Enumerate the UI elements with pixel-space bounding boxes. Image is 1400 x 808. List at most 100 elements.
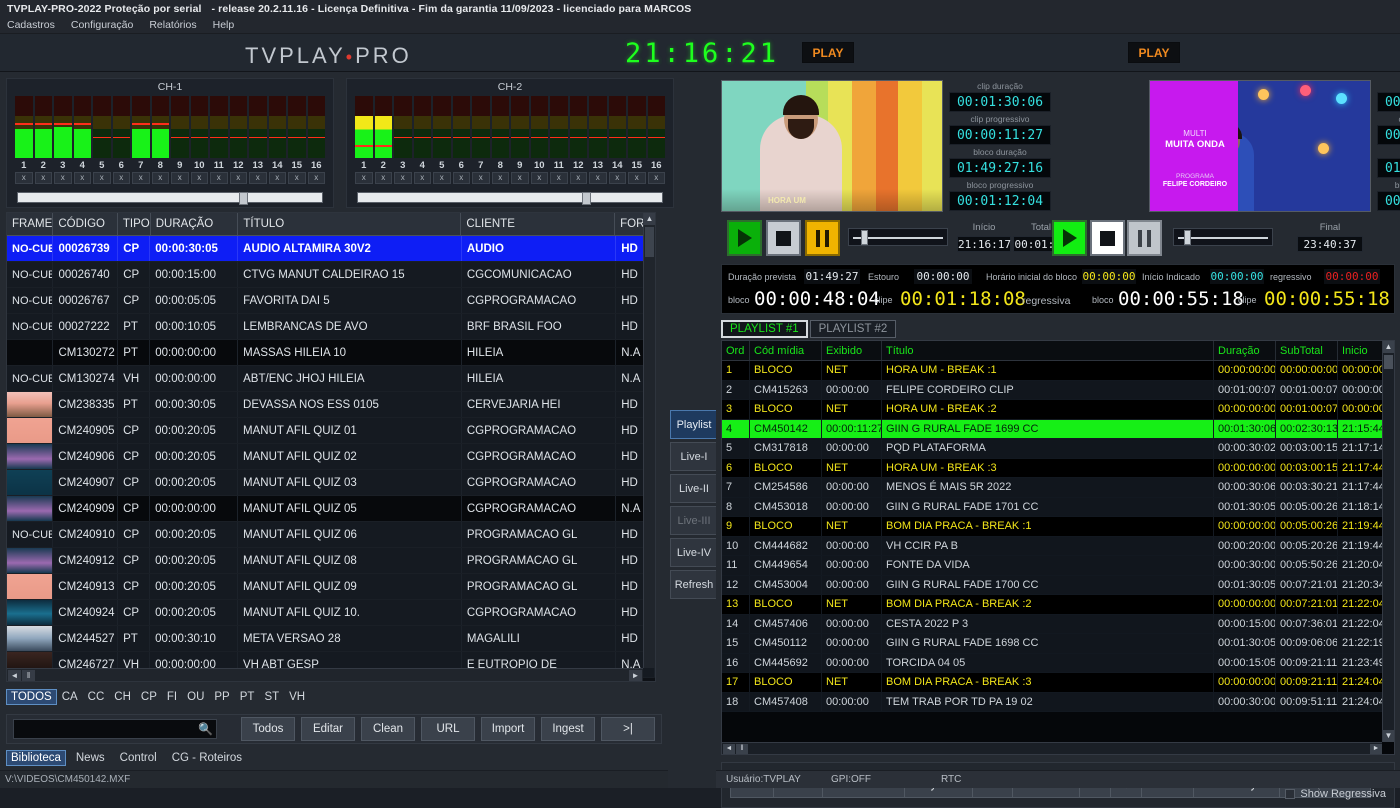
vu-ch2-mute-4[interactable]: x xyxy=(413,172,431,184)
scroll-left-icon[interactable]: ◄ xyxy=(8,669,21,681)
playlist-row[interactable]: 1 BLOCO NET HORA UM - BREAK :1 00:00:00:00 00… xyxy=(722,361,1394,381)
stop-button-a[interactable] xyxy=(766,220,801,256)
type-filter-pp[interactable]: PP xyxy=(209,689,234,705)
vu-ch1-mute-6[interactable]: x xyxy=(112,172,130,184)
mode-tab-refresh[interactable]: Refresh xyxy=(670,570,718,599)
scrub-slider-b[interactable] xyxy=(1173,228,1273,246)
vu-ch1-mute-12[interactable]: x xyxy=(229,172,247,184)
playlist-scroll-down-icon[interactable]: ▼ xyxy=(1383,730,1394,742)
vu-ch2-mute-14[interactable]: x xyxy=(608,172,626,184)
playlist-row[interactable]: 9 BLOCO NET BOM DIA PRACA - BREAK :1 00:00:0… xyxy=(722,517,1394,537)
play-button-b[interactable] xyxy=(1052,220,1087,256)
play-status-b[interactable]: PLAY xyxy=(1128,42,1180,63)
menu-item-configuracao[interactable]: Configuração xyxy=(71,19,133,31)
stop-button-b[interactable] xyxy=(1090,220,1125,256)
type-filter-todos[interactable]: TODOS xyxy=(6,689,57,705)
playlist-row[interactable]: 2 CM415263 00:00:00 FELIPE CORDEIRO CLIP 00:… xyxy=(722,380,1394,400)
search-icon[interactable]: 🔍 xyxy=(198,722,213,736)
playlist-row[interactable]: 15 CM450112 00:00:00 GIIN G RURAL FADE 1698… xyxy=(722,634,1394,654)
table-row[interactable]: CM240905 CP 00:00:20:05 MANUT AFIL QUIZ 01 C… xyxy=(7,418,655,444)
table-row[interactable]: CM240906 CP 00:00:20:05 MANUT AFIL QUIZ 02 C… xyxy=(7,444,655,470)
playlist-vertical-scrollbar[interactable]: ▲ ▼ xyxy=(1382,341,1394,742)
playlist-row[interactable]: 18 CM457408 00:00:00 TEM TRAB POR TD PA 19 … xyxy=(722,692,1394,712)
library-button-[interactable]: >| xyxy=(601,717,655,741)
vu-ch1-fader-knob[interactable] xyxy=(238,192,248,205)
mode-tab-live-ii[interactable]: Live-II xyxy=(670,474,718,503)
type-filter-cp[interactable]: CP xyxy=(136,689,162,705)
vu-ch2-mute-16[interactable]: x xyxy=(647,172,665,184)
table-row[interactable]: CM240912 CP 00:00:20:05 MANUT AFIL QUIZ 08 P… xyxy=(7,548,655,574)
playlist-row[interactable]: 6 BLOCO NET HORA UM - BREAK :3 00:00:00:00 00… xyxy=(722,458,1394,478)
playlist-row[interactable]: 4 CM450142 00:00:11:27 GIIN G RURAL FADE 16… xyxy=(722,419,1394,439)
type-filter-vh[interactable]: VH xyxy=(284,689,310,705)
playlist-row[interactable]: 13 BLOCO NET BOM DIA PRACA - BREAK :2 00:00:… xyxy=(722,595,1394,615)
bottom-tab-cgroteiros[interactable]: CG - Roteiros xyxy=(167,750,247,766)
type-filter-fi[interactable]: FI xyxy=(162,689,182,705)
vu-ch1-mute-14[interactable]: x xyxy=(268,172,286,184)
vu-ch2-mute-2[interactable]: x xyxy=(374,172,392,184)
mode-tab-live-iv[interactable]: Live-IV xyxy=(670,538,718,567)
table-row[interactable]: NO-CUE 00026740 CP 00:00:15:00 CTVG MANUT CA… xyxy=(7,262,655,288)
vu-ch1-mute-4[interactable]: x xyxy=(73,172,91,184)
playlist-scroll-thumb[interactable] xyxy=(1384,355,1393,369)
playlist-row[interactable]: 17 BLOCO NET BOM DIA PRACA - BREAK :3 00:00:… xyxy=(722,673,1394,693)
menu-item-relatorios[interactable]: Relatórios xyxy=(149,19,196,31)
type-filter-ca[interactable]: CA xyxy=(57,689,83,705)
playlist-scroll-left-icon[interactable]: ◄ xyxy=(723,743,735,754)
playlist-hscroll-thumb[interactable]: ‖ xyxy=(736,743,748,754)
playlist-horizontal-scrollbar[interactable]: ◄ ‖ ► xyxy=(722,742,1382,754)
bottom-tab-biblioteca[interactable]: Biblioteca xyxy=(6,750,66,766)
bottom-tab-control[interactable]: Control xyxy=(115,750,162,766)
vu-ch2-mute-5[interactable]: x xyxy=(433,172,451,184)
vu-ch1-mute-13[interactable]: x xyxy=(249,172,267,184)
vu-ch2-mute-11[interactable]: x xyxy=(550,172,568,184)
vu-ch1-mute-7[interactable]: x xyxy=(132,172,150,184)
type-filter-st[interactable]: ST xyxy=(259,689,284,705)
vu-ch2-fader[interactable] xyxy=(357,192,663,205)
vu-ch2-mute-15[interactable]: x xyxy=(628,172,646,184)
library-hscroll-thumb[interactable]: ‖ xyxy=(22,669,35,681)
pause-button-b[interactable] xyxy=(1127,220,1162,256)
pause-button-a[interactable] xyxy=(805,220,840,256)
playlist-row[interactable]: 11 CM449654 00:00:00 FONTE DA VIDA 00:00:30:… xyxy=(722,556,1394,576)
vu-ch2-mute-3[interactable]: x xyxy=(394,172,412,184)
vu-ch2-mute-6[interactable]: x xyxy=(452,172,470,184)
vu-ch2-mute-12[interactable]: x xyxy=(569,172,587,184)
vu-ch2-mute-buttons[interactable]: xxxxxxxxxxxxxxxx xyxy=(355,172,665,184)
vu-ch2-mute-9[interactable]: x xyxy=(511,172,529,184)
vu-ch1-mute-10[interactable]: x xyxy=(190,172,208,184)
table-row[interactable]: CM244527 PT 00:00:30:10 META VERSAO 28 MAGAL… xyxy=(7,626,655,652)
library-button-import[interactable]: Import xyxy=(481,717,535,741)
table-row[interactable]: NO-CUE 00026739 CP 00:00:30:05 AUDIO ALTAMIR… xyxy=(7,236,655,262)
playlist-row[interactable]: 7 CM254586 00:00:00 MENOS É MAIS 5R 2022 00:… xyxy=(722,478,1394,498)
play-status-a[interactable]: PLAY xyxy=(802,42,854,63)
search-input[interactable]: 🔍 xyxy=(13,719,217,739)
vu-ch1-mute-3[interactable]: x xyxy=(54,172,72,184)
table-row[interactable]: NO-CUE 00026767 CP 00:00:05:05 FAVORITA DAI … xyxy=(7,288,655,314)
vu-ch2-fader-knob[interactable] xyxy=(582,192,591,205)
mode-tab-live-i[interactable]: Live-I xyxy=(670,442,718,471)
vu-ch1-mute-11[interactable]: x xyxy=(210,172,228,184)
table-row[interactable]: NO-CUE CM240910 CP 00:00:20:05 MANUT AFIL QU… xyxy=(7,522,655,548)
table-row[interactable]: CM238335 PT 00:00:30:05 DEVASSA NOS ESS 010… xyxy=(7,392,655,418)
table-row[interactable]: CM130272 PT 00:00:00:00 MASSAS HILEIA 10 HIL… xyxy=(7,340,655,366)
preview-video-b[interactable]: MULTI MUITA ONDA PROGRAMA FELIPE CORDEIR… xyxy=(1149,80,1371,212)
playlist-tab-2[interactable]: PLAYLIST #2 xyxy=(809,320,897,338)
vu-ch1-mute-buttons[interactable]: xxxxxxxxxxxxxxxx xyxy=(15,172,325,184)
library-button-ingest[interactable]: Ingest xyxy=(541,717,595,741)
table-row[interactable]: NO-CUE 00027222 PT 00:00:10:05 LEMBRANCAS DE… xyxy=(7,314,655,340)
playlist-row[interactable]: 14 CM457406 00:00:00 CESTA 2022 P 3 00:00:15… xyxy=(722,614,1394,634)
mode-tab-playlist[interactable]: Playlist xyxy=(670,410,718,439)
vu-ch2-mute-8[interactable]: x xyxy=(491,172,509,184)
vu-ch1-mute-1[interactable]: x xyxy=(15,172,33,184)
table-row[interactable]: CM240924 CP 00:00:20:05 MANUT AFIL QUIZ 10.… xyxy=(7,600,655,626)
vu-ch2-mute-1[interactable]: x xyxy=(355,172,373,184)
library-scroll-thumb[interactable] xyxy=(645,227,654,257)
playlist-row[interactable]: 3 BLOCO NET HORA UM - BREAK :2 00:00:00:00 00… xyxy=(722,400,1394,420)
table-row[interactable]: CM240909 CP 00:00:00:00 MANUT AFIL QUIZ 05 C… xyxy=(7,496,655,522)
playlist-row[interactable]: 8 CM453018 00:00:00 GIIN G RURAL FADE 1701 … xyxy=(722,497,1394,517)
library-button-todos[interactable]: Todos xyxy=(241,717,295,741)
playlist-row[interactable]: 12 CM453004 00:00:00 GIIN G RURAL FADE 1700… xyxy=(722,575,1394,595)
scroll-up-icon[interactable]: ▲ xyxy=(644,213,655,225)
table-row[interactable]: NO-CUE CM130274 VH 00:00:00:00 ABT/ENC JHOJ … xyxy=(7,366,655,392)
